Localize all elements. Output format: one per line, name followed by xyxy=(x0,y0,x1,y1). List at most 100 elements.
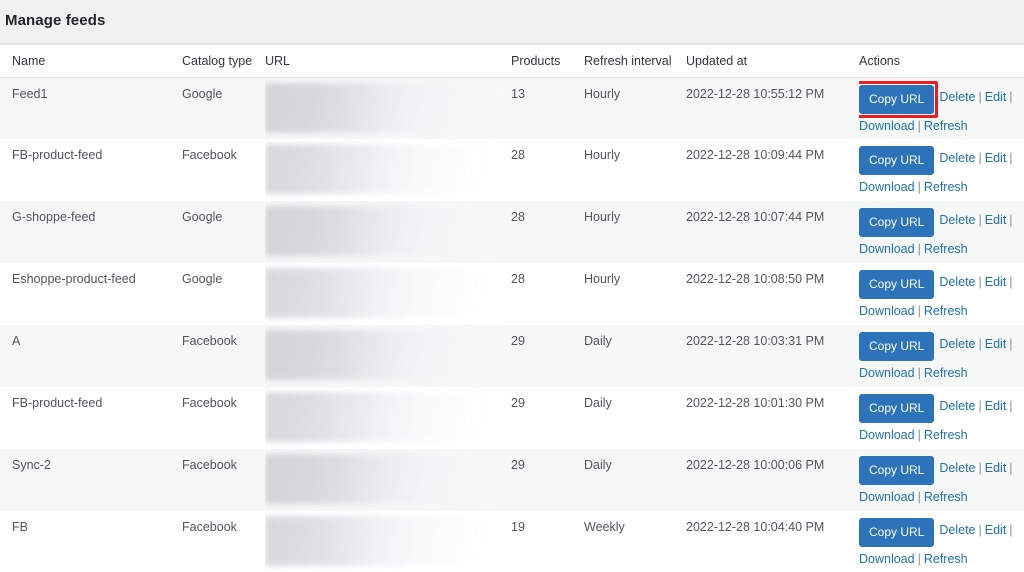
copy-url-button[interactable]: Copy URL xyxy=(859,332,935,361)
table-row: FB Facebook 19 Weekly 2022-12-28 10:04:40 PM… xyxy=(0,511,1024,572)
cell-products-count: 19 xyxy=(511,520,525,534)
url-redacted-block xyxy=(265,82,501,133)
cell-refresh-interval: Hourly xyxy=(584,210,621,224)
delete-link[interactable]: Delete xyxy=(939,399,975,413)
edit-link[interactable]: Edit xyxy=(985,523,1007,537)
cell-refresh-interval: Hourly xyxy=(584,272,621,286)
cell-catalog-type: Facebook xyxy=(182,520,237,534)
edit-link[interactable]: Edit xyxy=(985,275,1007,289)
download-link[interactable]: Download xyxy=(859,180,915,194)
cell-refresh-interval: Daily xyxy=(584,396,612,410)
actions-inline-links: Delete | Edit | xyxy=(934,270,1015,291)
download-link[interactable]: Download xyxy=(859,119,915,133)
actions-primary-row: Copy URL Delete | Edit | xyxy=(859,270,1024,299)
url-redacted-block xyxy=(265,392,501,442)
feeds-table-header: Name Catalog type URL Products Refresh i… xyxy=(0,46,1024,78)
download-link[interactable]: Download xyxy=(859,490,915,504)
edit-link[interactable]: Edit xyxy=(985,337,1007,351)
url-redacted-block xyxy=(265,454,501,504)
actions-inline-links: Delete | Edit | xyxy=(934,394,1015,415)
cell-refresh-interval: Hourly xyxy=(584,86,621,101)
actions-inline-links: Delete | Edit | xyxy=(934,146,1015,167)
refresh-link[interactable]: Refresh xyxy=(924,366,968,380)
actions-primary-row: Copy URL Delete | Edit | xyxy=(859,80,1024,118)
edit-link[interactable]: Edit xyxy=(985,213,1007,227)
delete-link[interactable]: Delete xyxy=(939,275,975,289)
table-row: Eshoppe-product-feed Google 28 Hourly 2022-1… xyxy=(0,263,1024,325)
actions-inline-links: Delete | Edit | xyxy=(934,208,1015,229)
cell-actions: Copy URL Delete | Edit | Download | Refresh xyxy=(859,139,1024,201)
download-link[interactable]: Download xyxy=(859,304,915,318)
cell-actions: Copy URL Delete | Edit | Download | Refresh xyxy=(859,325,1024,387)
actions-primary-row: Copy URL Delete | Edit | xyxy=(859,518,1024,547)
cell-catalog-type: Google xyxy=(182,272,223,286)
cell-products-count: 28 xyxy=(511,148,525,162)
url-redacted-block xyxy=(265,268,501,318)
copy-url-button-wrapper: Copy URL xyxy=(859,208,935,237)
column-header-refresh-interval[interactable]: Refresh interval xyxy=(584,46,686,78)
copy-url-button[interactable]: Copy URL xyxy=(859,394,935,423)
refresh-link[interactable]: Refresh xyxy=(924,552,968,566)
actions-inline-links: Delete | Edit | xyxy=(934,518,1015,539)
column-header-products[interactable]: Products xyxy=(511,46,584,78)
link-separator: | xyxy=(1009,213,1013,227)
download-link[interactable]: Download xyxy=(859,366,915,380)
cell-feed-name: Eshoppe-product-feed xyxy=(12,272,136,286)
delete-link[interactable]: Delete xyxy=(939,90,975,104)
cell-products-count: 29 xyxy=(511,334,525,348)
delete-link[interactable]: Delete xyxy=(939,151,975,165)
refresh-link[interactable]: Refresh xyxy=(924,490,968,504)
copy-url-button[interactable]: Copy URL xyxy=(859,270,935,299)
table-row: A Facebook 29 Daily 2022-12-28 10:03:31 PM Co… xyxy=(0,325,1024,387)
copy-url-button-highlighted: Copy URL xyxy=(859,80,939,118)
download-link[interactable]: Download xyxy=(859,552,915,566)
copy-url-button[interactable]: Copy URL xyxy=(859,208,935,237)
cell-actions: Copy URL Delete | Edit | Download | Refresh xyxy=(859,263,1024,325)
cell-url xyxy=(265,77,511,139)
delete-link[interactable]: Delete xyxy=(939,337,975,351)
actions-inline-links: Delete | Edit | xyxy=(934,85,1015,106)
edit-link[interactable]: Edit xyxy=(985,151,1007,165)
actions-primary-row: Copy URL Delete | Edit | xyxy=(859,208,1024,237)
table-row: FB-product-feed Facebook 28 Hourly 2022-12-2… xyxy=(0,139,1024,201)
refresh-link[interactable]: Refresh xyxy=(924,304,968,318)
link-separator: | xyxy=(978,523,982,537)
column-header-name[interactable]: Name xyxy=(0,46,182,78)
copy-url-button[interactable]: Copy URL xyxy=(859,146,935,175)
copy-url-button[interactable]: Copy URL xyxy=(859,456,935,485)
edit-link[interactable]: Edit xyxy=(985,461,1007,475)
cell-products-count: 29 xyxy=(511,458,525,472)
cell-catalog-type: Google xyxy=(182,210,223,224)
refresh-link[interactable]: Refresh xyxy=(924,242,968,256)
link-separator: | xyxy=(1009,523,1013,537)
download-link[interactable]: Download xyxy=(859,428,915,442)
edit-link[interactable]: Edit xyxy=(985,90,1007,104)
page-header-bar: Manage feeds xyxy=(0,0,1024,44)
actions-secondary-row: Download | Refresh xyxy=(859,421,1024,444)
cell-feed-name: G-shoppe-feed xyxy=(12,210,96,224)
actions-primary-row: Copy URL Delete | Edit | xyxy=(859,394,1024,423)
edit-link[interactable]: Edit xyxy=(985,399,1007,413)
copy-url-button[interactable]: Copy URL xyxy=(859,518,935,547)
download-link[interactable]: Download xyxy=(859,242,915,256)
copy-url-button[interactable]: Copy URL xyxy=(859,84,935,114)
table-row: FB-product-feed Facebook 29 Daily 2022-12-28… xyxy=(0,387,1024,449)
feeds-table: Name Catalog type URL Products Refresh i… xyxy=(0,46,1024,572)
delete-link[interactable]: Delete xyxy=(939,461,975,475)
delete-link[interactable]: Delete xyxy=(939,213,975,227)
cell-updated-at: 2022-12-28 10:09:44 PM xyxy=(686,148,825,162)
cell-feed-name: FB-product-feed xyxy=(12,148,103,162)
refresh-link[interactable]: Refresh xyxy=(924,180,968,194)
column-header-url[interactable]: URL xyxy=(265,46,511,78)
copy-url-button-wrapper: Copy URL xyxy=(859,332,935,361)
link-separator: | xyxy=(978,275,982,289)
actions-secondary-row: Download | Refresh xyxy=(859,173,1024,196)
link-separator: | xyxy=(1009,89,1013,104)
refresh-link[interactable]: Refresh xyxy=(924,428,968,442)
delete-link[interactable]: Delete xyxy=(939,523,975,537)
refresh-link[interactable]: Refresh xyxy=(924,119,968,133)
link-separator: | xyxy=(1009,461,1013,475)
column-header-updated-at[interactable]: Updated at xyxy=(686,46,859,78)
cell-catalog-type: Facebook xyxy=(182,396,237,410)
column-header-catalog-type[interactable]: Catalog type xyxy=(182,46,265,78)
